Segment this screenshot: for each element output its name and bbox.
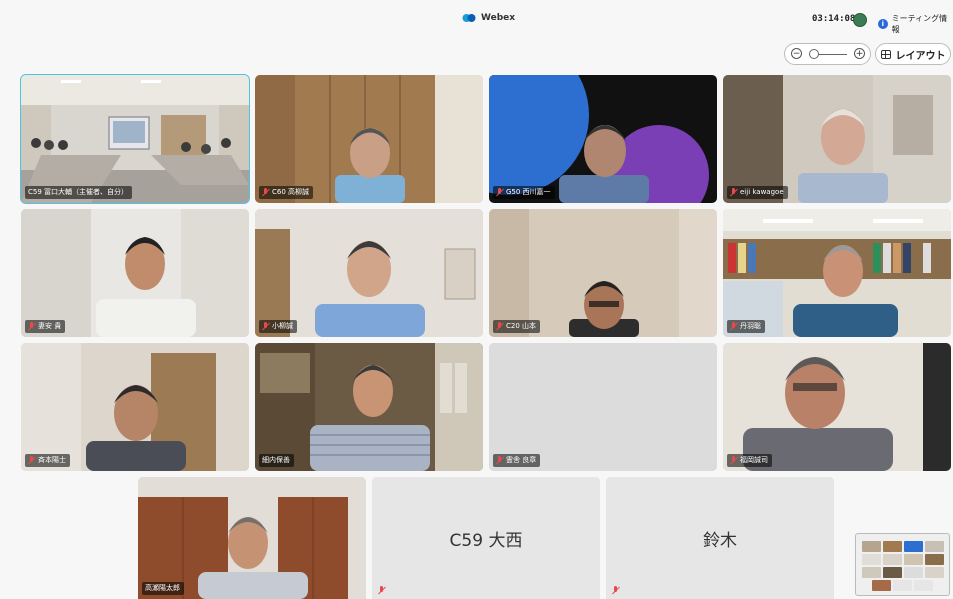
video-tile[interactable]: 細内保善 — [255, 343, 483, 471]
mic-muted-icon — [730, 456, 737, 465]
participant-name-display: 鈴木 — [606, 477, 834, 599]
participant-name-tag: 細内保善 — [259, 454, 294, 467]
mic-muted-icon — [730, 188, 737, 197]
participant-name-tag: eiji kawagoe — [727, 186, 788, 199]
mic-muted-icon — [28, 456, 35, 465]
mic-muted-icon — [496, 456, 503, 465]
zoom-out-icon[interactable]: − — [791, 48, 802, 59]
layout-label: レイアウト — [895, 50, 946, 62]
mic-muted-icon — [730, 322, 737, 331]
grid-layout-icon — [880, 49, 891, 59]
participant-name: 丹羽聡 — [740, 322, 761, 330]
participant-video — [21, 209, 249, 337]
participant-video — [723, 75, 951, 203]
participant-name: 小柳誠 — [272, 322, 293, 330]
participant-name-tag: C60 高柳誠 — [259, 186, 314, 199]
participant-name-tag: C59 冨口大輔（主催者、自分） — [25, 186, 133, 199]
video-tile[interactable]: C59 大西 — [372, 477, 600, 599]
video-tile[interactable]: eiji kawagoe — [723, 75, 951, 203]
video-off-placeholder — [489, 343, 717, 471]
video-tile[interactable]: 妻安 貴 — [21, 209, 249, 337]
zoom-slider-handle[interactable] — [809, 49, 819, 59]
participant-name: 妻安 貴 — [38, 322, 62, 330]
mic-muted-icon — [262, 322, 269, 331]
mic-muted-icon — [28, 322, 35, 331]
layout-button[interactable]: レイアウト — [875, 43, 951, 65]
participant-video — [138, 477, 366, 599]
participant-name: 斉本陽士 — [38, 456, 66, 464]
participant-video — [489, 75, 717, 203]
video-tile-host[interactable]: C59 冨口大輔（主催者、自分） — [20, 74, 250, 204]
participant-name-tag: 妻安 貴 — [25, 320, 66, 333]
video-tile[interactable]: G50 西川嘉一 — [489, 75, 717, 203]
zoom-in-icon[interactable]: + — [854, 48, 865, 59]
participant-name: 高瀬陽太郎 — [145, 584, 180, 592]
video-tile[interactable]: 丹羽聡 — [723, 209, 951, 337]
mic-muted-icon — [262, 188, 269, 197]
video-tile[interactable]: 鈴木 — [606, 477, 834, 599]
participant-video — [723, 209, 951, 337]
mic-muted-icon — [612, 586, 619, 595]
participant-video — [723, 343, 951, 471]
participant-name: 霊舎 良章 — [506, 456, 537, 464]
participant-name: 細内保善 — [262, 456, 290, 464]
video-tile[interactable]: 高瀬陽太郎 — [138, 477, 366, 599]
participant-name-display: C59 大西 — [372, 477, 600, 599]
participant-name: G50 西川嘉一 — [506, 188, 551, 196]
video-tile[interactable]: 霊舎 良章 — [489, 343, 717, 471]
participant-name: C20 山本 — [506, 322, 537, 330]
video-tile[interactable]: C60 高柳誠 — [255, 75, 483, 203]
participant-name-tag: 高瀬陽太郎 — [142, 582, 184, 595]
app-name: Webex — [481, 13, 516, 23]
webex-logo-icon — [462, 14, 476, 22]
mic-muted-icon — [496, 188, 503, 197]
self-view-thumbnail[interactable] — [855, 533, 950, 596]
participant-name: eiji kawagoe — [740, 188, 784, 196]
participant-video — [255, 343, 483, 471]
participant-name-tag: 福岡誠司 — [727, 454, 772, 467]
participant-name: C59 冨口大輔（主催者、自分） — [28, 188, 129, 196]
video-tile[interactable]: 福岡誠司 — [723, 343, 951, 471]
participant-name-tag: 霊舎 良章 — [493, 454, 541, 467]
participant-video — [255, 75, 483, 203]
participant-video — [21, 343, 249, 471]
participant-name-tag: C20 山本 — [493, 320, 541, 333]
meeting-info-label: ミーティング情報 — [891, 14, 948, 34]
participant-name-tag: G50 西川嘉一 — [493, 186, 555, 199]
info-icon: i — [878, 19, 888, 29]
video-tile[interactable]: 小柳誠 — [255, 209, 483, 337]
participant-name: 福岡誠司 — [740, 456, 768, 464]
top-bar: Webex 03:14:08 i ミーティング情報 — [0, 0, 953, 40]
mic-muted-icon — [496, 322, 503, 331]
conference-room-video — [21, 75, 249, 203]
meeting-info-button[interactable]: i ミーティング情報 — [878, 13, 953, 35]
video-tile[interactable]: C20 山本 — [489, 209, 717, 337]
participant-name-tag: 丹羽聡 — [727, 320, 765, 333]
meeting-timer: 03:14:08 — [812, 14, 856, 24]
participant-name-tag: 斉本陽士 — [25, 454, 70, 467]
video-tile[interactable]: 斉本陽士 — [21, 343, 249, 471]
participant-name-tag: 小柳誠 — [259, 320, 297, 333]
mic-muted-icon — [378, 586, 385, 595]
recording-indicator-icon[interactable] — [853, 13, 867, 27]
participant-video — [489, 209, 717, 337]
participant-video — [255, 209, 483, 337]
participant-name: C60 高柳誠 — [272, 188, 310, 196]
zoom-control[interactable]: − + — [784, 43, 871, 65]
webex-brand: Webex — [462, 13, 515, 23]
